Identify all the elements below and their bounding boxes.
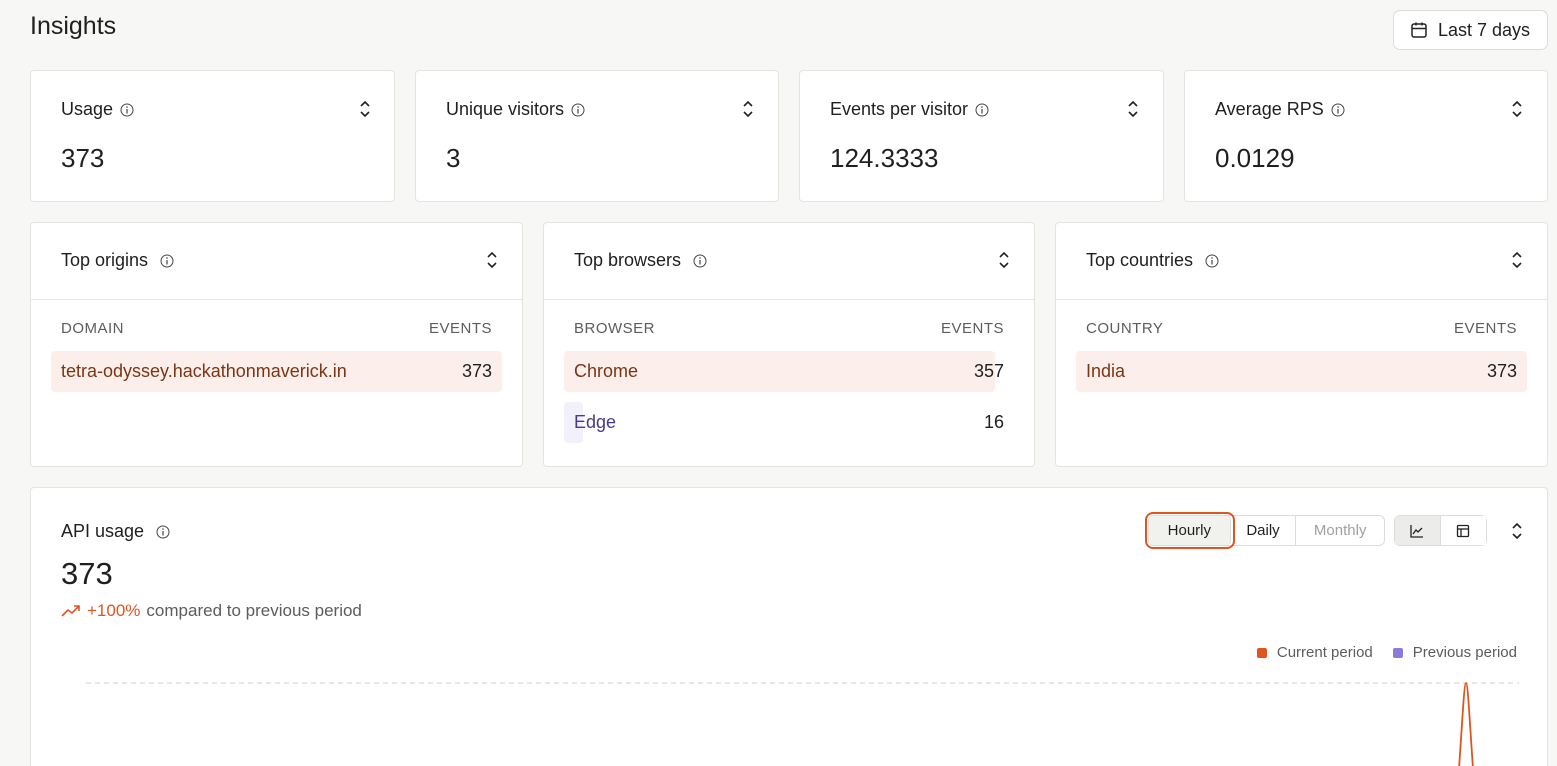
chevron-up-down-icon[interactable] <box>1126 100 1140 118</box>
chevron-up-down-icon[interactable] <box>1510 100 1524 118</box>
chevron-up-down-icon[interactable] <box>1510 251 1524 269</box>
current-period-line <box>1458 682 1474 766</box>
info-icon[interactable] <box>156 525 170 539</box>
granularity-daily-button[interactable]: Daily <box>1231 516 1297 545</box>
chevron-up-down-icon[interactable] <box>997 251 1011 269</box>
legend-swatch <box>1392 647 1403 658</box>
chart-legend: Current period Previous period <box>1256 644 1517 661</box>
row-label: Edge <box>574 412 617 432</box>
row-value: 357 <box>973 361 1004 381</box>
view-toggle <box>1394 515 1487 546</box>
legend-item-previous[interactable]: Previous period <box>1392 644 1517 661</box>
stat-title: Unique visitors <box>446 99 565 119</box>
card-title: Top countries <box>1086 250 1194 270</box>
top-countries-card: Top countries COUNTRY EVENTS India 373 <box>1055 222 1548 467</box>
api-usage-card: API usage 373 +100% compared to previous… <box>30 487 1548 766</box>
stat-card-events-per-visitor: Events per visitor 124.3333 <box>799 70 1164 202</box>
api-usage-chart <box>86 682 1519 766</box>
trending-up-icon <box>61 604 81 618</box>
column-header-country: COUNTRY <box>1086 320 1164 337</box>
card-title: Top origins <box>61 250 149 270</box>
row-label: India <box>1086 361 1126 381</box>
card-title: API usage <box>61 521 145 541</box>
row-value: 373 <box>461 361 492 381</box>
chevron-up-down-icon[interactable] <box>485 251 499 269</box>
chevron-up-down-icon[interactable] <box>741 100 755 118</box>
legend-item-current[interactable]: Current period <box>1256 644 1373 661</box>
column-header-events: EVENTS <box>428 320 492 337</box>
line-chart-icon[interactable] <box>1395 516 1441 545</box>
stat-card-usage: Usage 373 <box>30 70 395 202</box>
stat-value: 0.0129 <box>1215 143 1295 173</box>
info-icon[interactable] <box>571 103 585 117</box>
card-title: Top browsers <box>574 250 682 270</box>
stat-value: 373 <box>61 143 105 173</box>
stat-title: Events per visitor <box>830 99 969 119</box>
top-origins-card: Top origins DOMAIN EVENTS tetra-odyssey.… <box>30 222 523 467</box>
list-item[interactable]: tetra-odyssey.hackathonmaverick.in 373 <box>51 351 502 392</box>
chevron-up-down-icon[interactable] <box>1510 522 1524 540</box>
top-browsers-card: Top browsers BROWSER EVENTS Chrome 357 E… <box>543 222 1035 467</box>
info-icon[interactable] <box>693 254 707 268</box>
info-icon[interactable] <box>120 103 134 117</box>
legend-label: Current period <box>1276 644 1373 661</box>
table-icon[interactable] <box>1440 516 1486 545</box>
row-label: Chrome <box>574 361 639 381</box>
change-indicator: +100% compared to previous period <box>61 601 362 621</box>
info-icon[interactable] <box>1331 103 1345 117</box>
stat-value: 124.3333 <box>830 143 939 173</box>
legend-label: Previous period <box>1412 644 1517 661</box>
calendar-icon <box>1410 21 1428 39</box>
stat-title: Usage <box>61 99 114 119</box>
list-item[interactable]: Chrome 357 <box>564 351 1014 392</box>
info-icon[interactable] <box>1205 254 1219 268</box>
row-value: 373 <box>1486 361 1517 381</box>
page-title: Insights <box>30 12 117 40</box>
row-value: 16 <box>983 412 1004 432</box>
granularity-hourly-button[interactable]: Hourly <box>1145 512 1235 549</box>
date-range-label: Last 7 days <box>1438 19 1531 40</box>
granularity-monthly-button[interactable]: Monthly <box>1296 516 1384 545</box>
stat-card-unique-visitors: Unique visitors 3 <box>415 70 779 202</box>
change-percent: +100% <box>87 601 141 620</box>
date-range-button[interactable]: Last 7 days <box>1393 10 1548 50</box>
row-bar <box>1076 351 1527 392</box>
stat-value: 3 <box>446 143 461 173</box>
list-item[interactable]: India 373 <box>1076 351 1527 392</box>
api-usage-value: 373 <box>61 556 113 591</box>
change-text: compared to previous period <box>146 601 362 620</box>
stat-card-average-rps: Average RPS 0.0129 <box>1184 70 1548 202</box>
column-header-events: EVENTS <box>1453 320 1517 337</box>
column-header-domain: DOMAIN <box>61 320 124 337</box>
info-icon[interactable] <box>975 103 989 117</box>
legend-swatch <box>1256 647 1267 658</box>
list-item[interactable]: Edge 16 <box>564 402 1014 443</box>
stat-title: Average RPS <box>1215 99 1324 119</box>
row-label: tetra-odyssey.hackathonmaverick.in <box>61 361 347 381</box>
chevron-up-down-icon[interactable] <box>358 100 372 118</box>
column-header-browser: BROWSER <box>574 320 656 337</box>
info-icon[interactable] <box>160 254 174 268</box>
column-header-events: EVENTS <box>940 320 1004 337</box>
granularity-toggle: Hourly Daily Monthly <box>1145 512 1385 549</box>
